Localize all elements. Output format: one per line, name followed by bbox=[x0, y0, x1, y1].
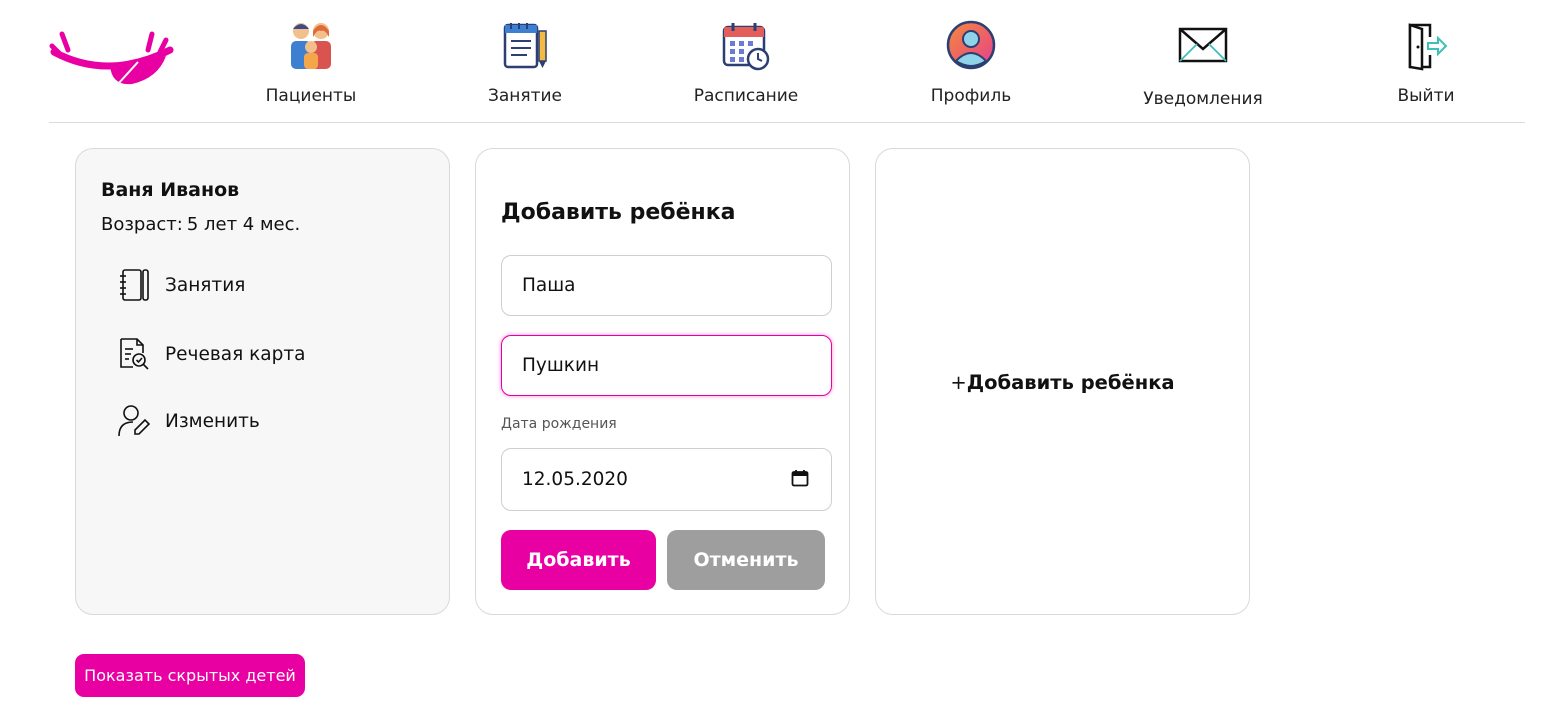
add-child-label: +Добавить ребёнка bbox=[876, 371, 1249, 394]
first-name-value: Паша bbox=[522, 275, 576, 296]
child-menu-sessions[interactable]: Занятия bbox=[116, 265, 245, 305]
birth-date-input[interactable]: 12.05.2020 bbox=[501, 448, 832, 511]
notebook-icon bbox=[116, 267, 152, 303]
nav-patients[interactable]: Пациенты bbox=[231, 16, 391, 112]
child-card: Ваня Иванов Возраст: 5 лет 4 мес. Занятия… bbox=[75, 148, 450, 615]
child-menu-edit[interactable]: Изменить bbox=[116, 401, 260, 441]
user-edit-icon bbox=[116, 403, 152, 439]
nav-label: Занятие bbox=[487, 86, 563, 106]
nav-profile[interactable]: Профиль bbox=[891, 16, 1051, 112]
show-hidden-children-button[interactable]: Показать скрытых детей bbox=[75, 654, 305, 697]
envelope-icon bbox=[1175, 18, 1231, 72]
birth-date-label: Дата рождения bbox=[501, 416, 617, 432]
add-button[interactable]: Добавить bbox=[501, 530, 656, 590]
winking-eye-logo[interactable] bbox=[48, 26, 178, 88]
header-divider bbox=[49, 122, 1525, 123]
child-name: Ваня Иванов bbox=[101, 179, 240, 201]
nav-label: Профиль bbox=[930, 86, 1012, 106]
add-child-text: Добавить ребёнка bbox=[966, 371, 1175, 394]
nav-logout[interactable]: Выйти bbox=[1346, 16, 1506, 112]
calendar-clock-icon bbox=[718, 18, 774, 72]
menu-label: Занятия bbox=[165, 274, 246, 296]
family-icon bbox=[283, 18, 339, 72]
top-navigation: Пациенты Занятие Расписание Профиль Увед… bbox=[0, 0, 1547, 123]
nav-label: Расписание bbox=[693, 86, 799, 106]
last-name-input[interactable]: Пушкин bbox=[501, 335, 832, 396]
child-age-label: Возраст: bbox=[101, 214, 183, 235]
nav-schedule[interactable]: Расписание bbox=[666, 16, 826, 112]
user-avatar-icon bbox=[943, 18, 999, 72]
nav-label: Уведомления bbox=[1143, 89, 1263, 109]
child-menu-speech-card[interactable]: Речевая карта bbox=[116, 334, 305, 374]
menu-label: Речевая карта bbox=[165, 343, 306, 365]
first-name-input[interactable]: Паша bbox=[501, 255, 832, 316]
nav-label: Пациенты bbox=[265, 86, 357, 106]
child-age-value: 5 лет 4 мес. bbox=[186, 214, 301, 235]
menu-label: Изменить bbox=[165, 410, 260, 432]
notepad-pencil-icon bbox=[497, 18, 553, 72]
child-age: Возраст: 5 лет 4 мес. bbox=[101, 214, 300, 235]
nav-session[interactable]: Занятие bbox=[445, 16, 605, 112]
calendar-icon[interactable] bbox=[791, 469, 809, 487]
cancel-button[interactable]: Отменить bbox=[667, 530, 825, 590]
nav-label: Выйти bbox=[1397, 86, 1455, 106]
add-child-card[interactable]: +Добавить ребёнка bbox=[875, 148, 1250, 615]
document-search-icon bbox=[116, 336, 152, 372]
nav-notifications[interactable]: Уведомления bbox=[1123, 16, 1283, 112]
form-title: Добавить ребёнка bbox=[501, 200, 736, 225]
last-name-value: Пушкин bbox=[522, 355, 600, 376]
birth-date-value: 12.05.2020 bbox=[522, 469, 628, 490]
add-child-form: Добавить ребёнка Паша Пушкин Дата рожден… bbox=[475, 148, 850, 615]
logout-door-icon bbox=[1398, 18, 1454, 72]
plus-icon: + bbox=[950, 371, 967, 394]
